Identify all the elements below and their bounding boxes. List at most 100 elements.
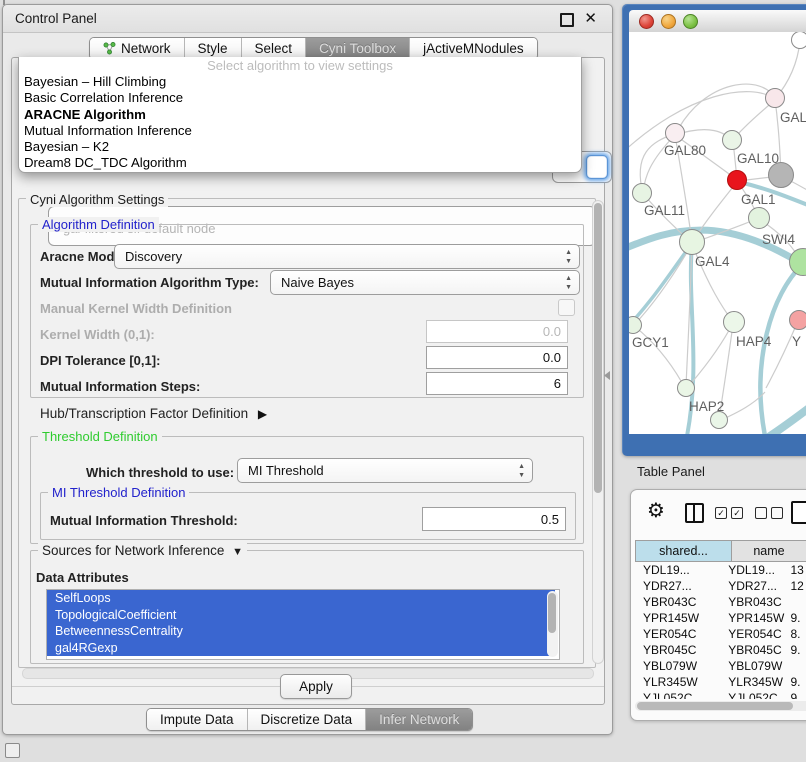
table-cell[interactable]: YBR043C xyxy=(720,594,786,610)
table-row[interactable]: YBL079WYBL079W xyxy=(635,658,806,674)
table-cell[interactable]: 9. xyxy=(786,690,806,699)
columns-icon[interactable] xyxy=(685,503,704,523)
table-horizontal-scrollbar[interactable] xyxy=(635,701,806,711)
minimized-panel-icon[interactable] xyxy=(5,743,20,758)
table-cell[interactable]: YER054C xyxy=(635,626,720,642)
table-cell[interactable]: YLR345W xyxy=(720,674,786,690)
control-panel-titlebar[interactable]: Control Panel ✕ xyxy=(3,5,612,33)
table-row[interactable]: YBR043CYBR043C xyxy=(635,594,806,610)
tab-style[interactable]: Style xyxy=(184,38,241,59)
table-row[interactable]: YPR145WYPR145W9. xyxy=(635,610,806,626)
table-cell[interactable] xyxy=(786,594,806,610)
combobox-arrow-button[interactable] xyxy=(586,155,608,179)
tab-impute-data[interactable]: Impute Data xyxy=(147,709,247,730)
network-window-titlebar[interactable] xyxy=(629,10,806,33)
network-node-gal1[interactable] xyxy=(727,170,747,190)
table-cell[interactable]: YPR145W xyxy=(635,610,720,626)
mi-steps-field[interactable]: 6 xyxy=(426,372,568,395)
table-row[interactable]: YDR27...YDR27...12 xyxy=(635,578,806,594)
table-cell[interactable]: YLR345W xyxy=(635,674,720,690)
table-cell[interactable]: YJL052C xyxy=(720,690,786,699)
network-node-gal80[interactable] xyxy=(665,123,685,143)
float-window-icon[interactable] xyxy=(560,13,574,27)
which-threshold-combobox[interactable]: MI Threshold ▲▼ xyxy=(237,458,533,483)
table-cell[interactable]: YBL079W xyxy=(635,658,720,674)
tab-cyni-toolbox[interactable]: Cyni Toolbox xyxy=(305,38,409,59)
table-scrollbar-thumb[interactable] xyxy=(637,702,793,710)
network-node-y[interactable] xyxy=(789,310,806,330)
table-row[interactable]: YJL052CYJL052C9. xyxy=(635,690,806,699)
network-node-gal10[interactable] xyxy=(722,130,742,150)
table-cell[interactable]: 13 xyxy=(786,562,806,578)
table-cell[interactable]: YDL19... xyxy=(635,562,720,578)
apply-button[interactable]: Apply xyxy=(280,674,352,699)
table-cell[interactable]: 9. xyxy=(786,642,806,658)
kernel-width-field[interactable]: 0.0 xyxy=(426,320,568,343)
zoom-window-icon[interactable] xyxy=(683,14,698,29)
attribute-item-topologicalcoefficient[interactable]: TopologicalCoefficient xyxy=(47,607,555,624)
algorithm-option-dream8-dc-tdc-algorithm[interactable]: Dream8 DC_TDC Algorithm xyxy=(19,155,581,171)
network-node-swi4[interactable] xyxy=(748,207,770,229)
table-row[interactable]: YDL19...YDL19...13 xyxy=(635,562,806,578)
expanded-arrow-icon[interactable]: ▼ xyxy=(232,546,243,558)
table-cell[interactable]: YBL079W xyxy=(720,658,786,674)
table-cell[interactable] xyxy=(786,658,806,674)
table-cell[interactable]: YER054C xyxy=(720,626,786,642)
tab-select[interactable]: Select xyxy=(241,38,306,59)
attribute-item-betweennesscentrality[interactable]: BetweennessCentrality xyxy=(47,623,555,640)
network-node[interactable] xyxy=(791,32,806,49)
sources-group-title[interactable]: Sources for Network Inference ▼ xyxy=(38,543,247,558)
tab-discretize-data[interactable]: Discretize Data xyxy=(247,709,366,730)
network-node[interactable] xyxy=(710,411,728,429)
dpi-tolerance-field[interactable]: 0.0 xyxy=(426,346,568,369)
table-cell[interactable]: 12 xyxy=(786,578,806,594)
network-canvas[interactable]: GALGAL80GAL10GAL1GAL11SWI4GAL4GCY1HAP4YH… xyxy=(629,32,806,434)
data-attributes-list[interactable]: SelfLoopsTopologicalCoefficientBetweenne… xyxy=(46,589,560,660)
select-all-checkbox-icon[interactable]: ✓ xyxy=(731,507,743,519)
table-cell[interactable]: YBR045C xyxy=(635,642,720,658)
select-all-checkbox-icon[interactable]: ✓ xyxy=(715,507,727,519)
table-cell[interactable]: YPR145W xyxy=(720,610,786,626)
mi-threshold-field[interactable]: 0.5 xyxy=(422,507,566,531)
settings-scrollbar-thumb[interactable] xyxy=(594,203,602,493)
attribute-item-selfloops[interactable]: SelfLoops xyxy=(47,590,555,607)
aracne-mode-combobox[interactable]: Discovery ▲▼ xyxy=(114,244,580,269)
column-header-shared[interactable]: shared... xyxy=(635,540,732,562)
gear-icon[interactable]: ⚙ xyxy=(647,500,665,522)
export-table-icon[interactable] xyxy=(791,501,806,524)
table-row[interactable]: YER054CYER054C8. xyxy=(635,626,806,642)
deselect-all-checkbox-icon[interactable] xyxy=(755,507,767,519)
column-header-name[interactable]: name xyxy=(732,540,806,562)
network-node-hap4[interactable] xyxy=(723,311,745,333)
attribute-item-gal4rgexp[interactable]: gal4RGexp xyxy=(47,640,555,657)
tab-jactivemnodules[interactable]: jActiveMNodules xyxy=(409,38,537,59)
table-cell[interactable]: YDR27... xyxy=(635,578,720,594)
algorithm-option-basic-correlation-inference[interactable]: Basic Correlation Inference xyxy=(19,90,581,106)
network-node-gal[interactable] xyxy=(765,88,785,108)
close-window-icon[interactable] xyxy=(639,14,654,29)
table-cell[interactable]: YBR045C xyxy=(720,642,786,658)
table-cell[interactable]: YJL052C xyxy=(635,690,720,699)
close-icon[interactable]: ✕ xyxy=(584,9,597,27)
minimize-window-icon[interactable] xyxy=(661,14,676,29)
network-node-hap2[interactable] xyxy=(677,379,695,397)
table-cell[interactable]: YBR043C xyxy=(635,594,720,610)
table-cell[interactable]: YDR27... xyxy=(720,578,786,594)
table-cell[interactable]: 8. xyxy=(786,626,806,642)
mi-algorithm-type-combobox[interactable]: Naive Bayes ▲▼ xyxy=(270,270,580,295)
tab-infer-network[interactable]: Infer Network xyxy=(365,709,472,730)
manual-kernel-width-checkbox[interactable] xyxy=(558,299,575,316)
collapsed-arrow-icon[interactable]: ▶ xyxy=(258,407,267,421)
table-cell[interactable]: YDL19... xyxy=(720,562,786,578)
algorithm-option-mutual-information-inference[interactable]: Mutual Information Inference xyxy=(19,123,581,139)
network-node[interactable] xyxy=(768,162,794,188)
algorithm-option-bayesian-k2[interactable]: Bayesian – K2 xyxy=(19,139,581,155)
network-node-gal4[interactable] xyxy=(679,229,705,255)
settings-vertical-scrollbar[interactable] xyxy=(592,200,604,664)
deselect-all-checkbox-icon[interactable] xyxy=(771,507,783,519)
attributes-scrollbar[interactable] xyxy=(547,591,558,657)
algorithm-option-bayesian-hill-climbing[interactable]: Bayesian – Hill Climbing xyxy=(19,74,581,90)
algorithm-option-aracne-algorithm[interactable]: ARACNE Algorithm xyxy=(19,107,581,123)
hub-definition-toggle[interactable]: Hub/Transcription Factor Definition ▶ xyxy=(40,406,267,421)
table-cell[interactable]: 9. xyxy=(786,674,806,690)
